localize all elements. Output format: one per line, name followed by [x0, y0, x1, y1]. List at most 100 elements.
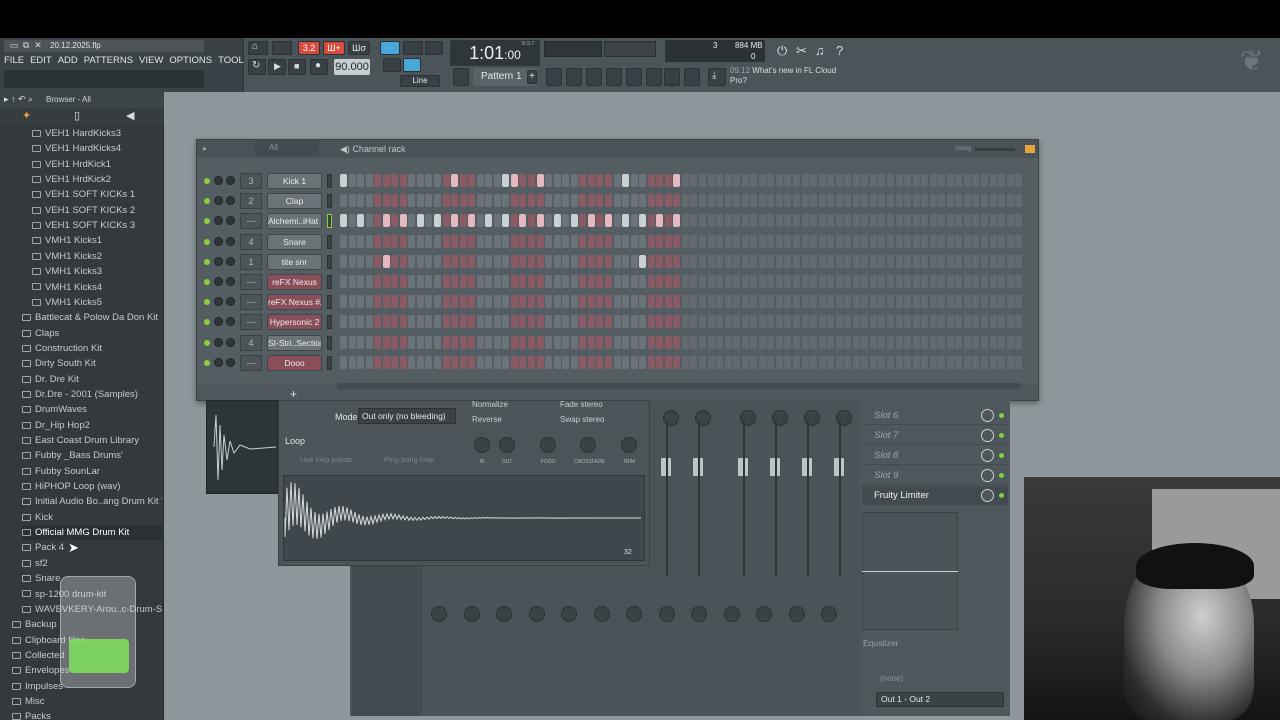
step-button[interactable]	[1015, 335, 1023, 349]
step-button[interactable]	[562, 254, 570, 268]
swap-stereo-option[interactable]: Swap stereo	[560, 415, 604, 424]
step-button[interactable]	[989, 275, 997, 288]
step-button[interactable]	[425, 275, 433, 288]
step-button[interactable]	[570, 254, 578, 268]
step-button[interactable]	[434, 295, 442, 309]
pan-knob[interactable]	[214, 317, 223, 327]
step-button[interactable]	[630, 295, 638, 309]
step-button[interactable]	[587, 254, 595, 268]
step-button[interactable]	[459, 214, 467, 228]
step-button[interactable]	[451, 355, 459, 369]
step-button[interactable]	[767, 174, 775, 187]
step-button[interactable]	[716, 295, 724, 309]
step-button[interactable]	[510, 335, 518, 349]
step-button[interactable]	[545, 295, 553, 309]
step-button[interactable]	[741, 194, 749, 208]
step-button[interactable]	[698, 254, 706, 268]
menu-edit[interactable]: EDIT	[30, 54, 52, 68]
step-button[interactable]	[869, 315, 877, 329]
step-button[interactable]	[724, 315, 732, 329]
step-button[interactable]	[716, 315, 724, 329]
step-button[interactable]	[340, 254, 347, 268]
mixer-button[interactable]	[626, 68, 642, 86]
step-button[interactable]	[596, 194, 604, 208]
step-button[interactable]	[553, 214, 561, 228]
step-button[interactable]	[340, 214, 347, 228]
mixer-pan-knob[interactable]	[626, 606, 642, 622]
channel-name-button[interactable]: Clap	[267, 193, 322, 210]
step-button[interactable]	[869, 254, 877, 268]
mode-select[interactable]: Out only (no bleeding)	[358, 408, 456, 424]
step-button[interactable]	[493, 315, 501, 329]
step-button[interactable]	[519, 335, 527, 349]
step-button[interactable]	[878, 335, 886, 349]
step-button[interactable]	[493, 254, 501, 268]
pan-knob[interactable]	[214, 297, 223, 307]
pan-knob[interactable]	[214, 236, 223, 246]
step-button[interactable]	[459, 355, 467, 369]
step-button[interactable]	[852, 174, 860, 187]
step-button[interactable]	[929, 214, 937, 228]
browser-item[interactable]: Battlecat & Polow Da Don Kit	[22, 310, 158, 325]
step-button[interactable]	[929, 355, 937, 369]
step-button[interactable]	[510, 295, 518, 309]
step-button[interactable]	[442, 335, 450, 349]
step-button[interactable]	[493, 234, 501, 248]
step-button[interactable]	[408, 214, 416, 228]
step-button[interactable]	[434, 355, 442, 369]
step-button[interactable]	[579, 295, 587, 309]
step-button[interactable]	[810, 254, 818, 268]
step-button[interactable]	[767, 194, 775, 208]
link-tool[interactable]	[403, 58, 421, 72]
channel-name-button[interactable]: Dooo	[267, 354, 322, 371]
step-button[interactable]	[929, 234, 937, 248]
step-button[interactable]	[408, 194, 416, 208]
step-button[interactable]	[425, 315, 433, 329]
step-button[interactable]	[519, 275, 527, 288]
step-button[interactable]	[852, 254, 860, 268]
step-button[interactable]	[545, 254, 553, 268]
step-button[interactable]	[673, 254, 681, 268]
mixer-track-number[interactable]: ---	[240, 213, 262, 230]
mixer-pan-knob[interactable]	[463, 606, 480, 622]
step-button[interactable]	[647, 254, 655, 268]
channel-mute-led[interactable]	[204, 319, 210, 326]
step-button[interactable]	[716, 194, 724, 208]
step-button[interactable]	[528, 254, 536, 268]
step-button[interactable]	[741, 234, 749, 248]
channel-filter[interactable]: All	[255, 140, 319, 156]
step-button[interactable]	[792, 335, 800, 349]
step-button[interactable]	[510, 315, 518, 329]
step-button[interactable]	[1006, 214, 1014, 228]
step-button[interactable]	[382, 194, 390, 208]
step-button[interactable]	[775, 214, 783, 228]
fx-slot[interactable]: Fruity Limiter	[862, 486, 1008, 505]
step-button[interactable]	[946, 254, 954, 268]
step-button[interactable]	[485, 174, 493, 187]
browser-toggle[interactable]	[380, 41, 400, 55]
step-button[interactable]	[810, 275, 818, 288]
step-button[interactable]	[622, 254, 630, 268]
step-button[interactable]	[698, 355, 706, 369]
step-button[interactable]	[348, 355, 356, 369]
pan-knob[interactable]	[214, 196, 223, 206]
step-button[interactable]	[536, 174, 544, 187]
fx-enable-led[interactable]	[999, 473, 1004, 478]
step-button[interactable]	[493, 335, 501, 349]
speaker-icon[interactable]: ◀	[126, 109, 134, 122]
step-button[interactable]	[690, 315, 698, 329]
step-button[interactable]	[716, 275, 724, 288]
step-button[interactable]	[528, 295, 536, 309]
step-button[interactable]	[579, 194, 587, 208]
step-button[interactable]	[656, 174, 664, 187]
step-button[interactable]	[399, 234, 407, 248]
step-button[interactable]	[938, 234, 946, 248]
step-button[interactable]	[792, 174, 800, 187]
step-button[interactable]	[758, 355, 766, 369]
step-button[interactable]	[425, 335, 433, 349]
step-button[interactable]	[468, 335, 476, 349]
step-button[interactable]	[827, 315, 835, 329]
step-button[interactable]	[613, 335, 621, 349]
step-button[interactable]	[425, 254, 433, 268]
step-button[interactable]	[989, 254, 997, 268]
